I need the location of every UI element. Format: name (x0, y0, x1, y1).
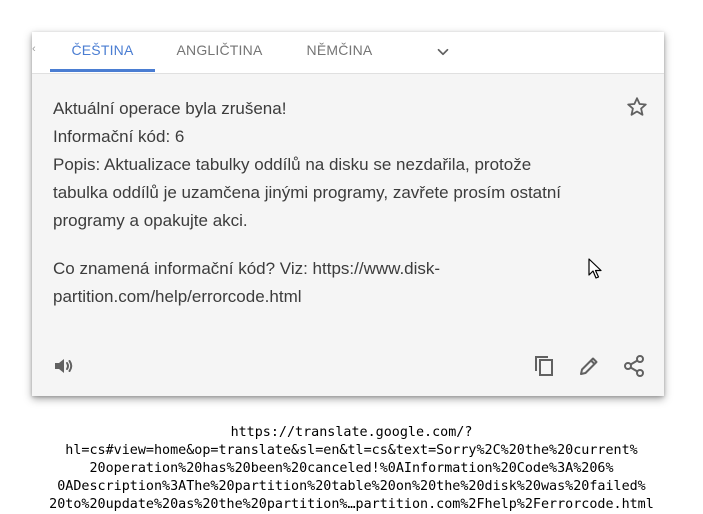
speaker-icon[interactable] (52, 354, 76, 378)
share-icon[interactable] (622, 354, 646, 378)
text-line: Aktuální operace byla zrušena! (53, 99, 287, 118)
pencil-icon[interactable] (577, 354, 601, 378)
text-line: programy a opakujte akci. (53, 211, 248, 230)
translated-text: Aktuální operace byla zrušena! Informačn… (53, 95, 613, 311)
translation-card: ‹ ČEŠTINA ANGLIČTINA NĚMČINA Aktuální op… (32, 32, 664, 396)
star-outline-icon[interactable] (625, 95, 649, 119)
text-line: tabulka oddílů je uzamčena jinými progra… (53, 183, 562, 202)
tab-scroll-edge-icon: ‹ (32, 43, 36, 55)
active-tab-indicator (50, 69, 155, 72)
url-text: https://translate.google.com/? hl=cs#vie… (0, 424, 703, 514)
text-line: Popis: Aktualizace tabulky oddílů na dis… (53, 155, 532, 174)
tab-english[interactable]: ANGLIČTINA (172, 32, 267, 73)
text-line: partition.com/help/errorcode.html (53, 287, 302, 306)
url-line: 0ADescription%3AThe%20partition%20table%… (57, 479, 646, 494)
tab-german[interactable]: NĚMČINA (302, 32, 377, 73)
chevron-down-icon[interactable] (434, 43, 452, 61)
url-line: 20to%20update%20as%20the%20partition%…pa… (49, 497, 654, 512)
text-line: Informační kód: 6 (53, 127, 185, 146)
copy-icon[interactable] (532, 354, 556, 378)
url-line: 20operation%20has%20been%20canceled!%0AI… (89, 461, 614, 476)
mouse-pointer-icon (588, 258, 602, 279)
language-tabs: ‹ ČEŠTINA ANGLIČTINA NĚMČINA (32, 32, 664, 74)
url-line: https://translate.google.com/? (230, 425, 473, 440)
tab-czech[interactable]: ČEŠTINA (50, 32, 155, 73)
url-line: hl=cs#view=home&op=translate&sl=en&tl=cs… (65, 443, 638, 458)
text-line: Co znamená informační kód? Viz: https://… (53, 259, 441, 278)
